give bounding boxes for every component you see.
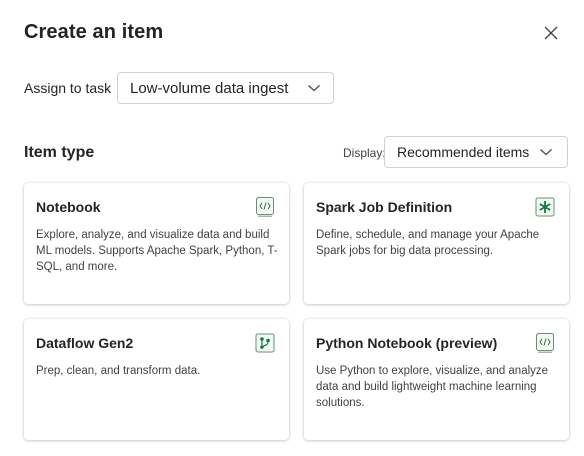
item-card-dataflow-gen2[interactable]: Dataflow Gen2 Prep, clean, and transform… — [24, 319, 289, 440]
python-notebook-icon — [536, 333, 554, 353]
assign-task-dropdown[interactable]: Low-volume data ingest — [117, 72, 334, 104]
item-card-python-notebook[interactable]: Python Notebook (preview) Use Python to … — [304, 319, 569, 440]
assign-task-value: Low-volume data ingest — [130, 79, 289, 97]
notebook-icon — [256, 197, 274, 217]
dialog-title: Create an item — [24, 21, 164, 43]
display-label: Display: — [343, 146, 386, 160]
spark-job-icon — [535, 197, 555, 217]
assign-task-label: Assign to task — [24, 80, 112, 96]
card-description: Prep, clean, and transform data. — [36, 365, 201, 377]
display-filter-dropdown[interactable]: Recommended items — [384, 136, 568, 168]
item-card-spark-job-definition[interactable]: Spark Job Definition Define, schedule, a… — [304, 183, 569, 304]
card-description: Define, schedule, and manage your Apache… — [316, 229, 540, 257]
chevron-down-icon — [308, 85, 320, 92]
card-title: Spark Job Definition — [316, 199, 453, 215]
card-description: Use Python to explore, visualize, and an… — [316, 365, 549, 409]
display-filter-value: Recommended items — [397, 144, 530, 160]
card-description: Explore, analyze, and visualize data and… — [36, 229, 278, 273]
close-icon — [544, 26, 558, 40]
chevron-down-icon — [540, 149, 552, 156]
card-title: Notebook — [36, 199, 101, 215]
card-title: Dataflow Gen2 — [36, 335, 134, 351]
dataflow-icon — [255, 333, 275, 353]
close-button[interactable] — [540, 22, 562, 44]
item-card-notebook[interactable]: Notebook Explore, analyze, and visualize… — [24, 183, 289, 304]
item-type-heading: Item type — [24, 144, 95, 161]
card-title: Python Notebook (preview) — [316, 335, 498, 351]
